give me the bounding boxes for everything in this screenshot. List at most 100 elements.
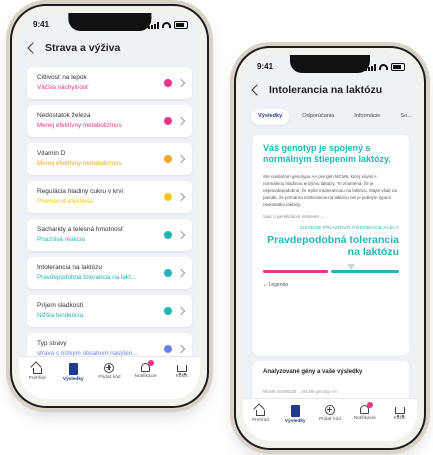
chevron-right-icon: [176, 154, 186, 164]
genes-title: Analyzované gény a vaše výsledky: [263, 369, 363, 375]
chevron-right-icon: [176, 192, 186, 202]
tab-label: Pridať kód: [98, 375, 121, 380]
right-header: Intolerancia na laktózu: [243, 79, 417, 101]
scale-segment-low: [263, 270, 329, 273]
list-item[interactable]: Sacharidy a telesná hmotnosť Priaznivá re…: [27, 219, 192, 251]
status-dot-icon: [164, 345, 172, 353]
chevron-right-icon: [176, 230, 186, 240]
signal-icon: [365, 63, 376, 71]
item-status: Väčšia náchylnosť: [37, 84, 89, 91]
battery-icon: [174, 21, 188, 29]
tab-home[interactable]: Prehľad: [20, 363, 54, 381]
result-description: Ste nositeľom genotypu AA pre gén MCM6, …: [263, 174, 397, 207]
list-item[interactable]: Príjem sladkostí Nižšia tendencia: [27, 295, 192, 327]
list-item[interactable]: Vitamín D Menej efektívny metabolizmus: [27, 143, 192, 175]
back-arrow-icon[interactable]: [251, 84, 263, 96]
scale-segment-high: [331, 270, 399, 273]
tab-label: Výsledky: [284, 419, 306, 424]
left-header: Strava a výživa: [19, 37, 200, 59]
subtab-more[interactable]: So...: [393, 109, 417, 125]
status-time: 9:41: [33, 20, 50, 29]
list-item[interactable]: Nedostatok železa Menej efektívny metabol…: [27, 105, 192, 137]
item-title: Intolerancia na laktózu: [37, 264, 103, 271]
subtab-results[interactable]: Výsledky: [251, 109, 290, 125]
result-label: Pravdepodobná tolerancia na laktózu: [267, 234, 399, 258]
tab-results[interactable]: Výsledky: [56, 363, 90, 382]
chevron-right-icon: [176, 344, 186, 354]
results-icon: [68, 363, 78, 375]
battery-icon: [391, 63, 405, 71]
legend-toggle[interactable]: Legenda: [263, 282, 399, 288]
genes-summary: MCM6 rs4988235 ... MCM6 genotyp AA: [263, 389, 338, 394]
item-status: Nižšia tendencia: [37, 312, 84, 319]
status-dot-icon: [164, 269, 172, 277]
genetic-context-link[interactable]: Viac o genetickom kontexte: [263, 214, 399, 220]
list-item[interactable]: Intolerancia na laktózu Pravdepodobná tol…: [27, 257, 192, 289]
cart-icon: [176, 365, 187, 375]
tab-label: Výsledky: [62, 377, 84, 382]
scale-marker: [347, 264, 356, 270]
tab-label: Notifikácie: [353, 416, 376, 421]
bottom-tab-bar: Prehľad Výsledky Pridať kód Notifikácie Koší…: [19, 356, 200, 399]
item-status: Menej efektívny metabolizmus: [37, 160, 122, 167]
result-panel: Váš genotyp je spojený s normálnym štiep…: [253, 135, 409, 355]
subtab-information[interactable]: Informácie: [347, 109, 387, 125]
tab-plus-circle[interactable]: Pridať kód: [92, 363, 126, 380]
tab-label: Pridať kód: [318, 417, 342, 422]
detail-subtabs: Výsledky Odporúčania Informácie So...: [251, 109, 417, 125]
status-time: 9:41: [257, 62, 274, 71]
result-headline: Váš genotyp je spojený s normálnym štiep…: [263, 143, 391, 164]
list-item[interactable]: Citlivosť na lepok Väčšia náchylnosť: [27, 67, 192, 99]
chevron-right-icon: [176, 116, 186, 126]
tab-label: Prehľad: [28, 376, 46, 381]
status-dot-icon: [164, 155, 172, 163]
subtab-recommendations[interactable]: Odporúčania: [295, 109, 341, 125]
page-title: Strava a výživa: [45, 42, 121, 54]
wifi-icon: [379, 64, 388, 70]
phone-left: 9:41 Strava a výživa Citlivosť na lepok V…: [12, 6, 207, 406]
screen-right: 9:41 Intolerancia na laktózu Výsledky Od…: [243, 55, 417, 441]
list-item[interactable]: Regulácia hladiny cukru v krvi Priemerná …: [27, 181, 192, 213]
home-icon: [32, 368, 42, 374]
item-status: Menej efektívny metabolizmus: [37, 122, 122, 129]
item-title: Regulácia hladiny cukru v krvi: [37, 188, 123, 195]
item-status: Priemerná efektivita: [37, 198, 93, 205]
item-title: Citlivosť na lepok: [37, 74, 87, 81]
plus-circle-icon: [324, 405, 335, 415]
tab-results[interactable]: Výsledky: [278, 405, 312, 424]
bell-icon: [141, 360, 155, 372]
effect-label: ZISTENÉ PRIAZNIVO PÔSOBIACE ALELY: [299, 226, 399, 231]
wifi-icon: [162, 22, 171, 28]
bottom-tab-bar: Prehľad Výsledky Pridať kód Notifikácie Koší…: [243, 398, 417, 441]
status-icons: [148, 21, 188, 29]
item-title: Sacharidy a telesná hmotnosť: [37, 226, 124, 233]
status-icons: [365, 63, 405, 71]
plus-circle-icon: [104, 363, 115, 373]
status-dot-icon: [164, 307, 172, 315]
tab-bell[interactable]: Notifikácie: [129, 360, 163, 379]
tab-label: Košík: [393, 416, 406, 421]
phone-right: 9:41 Intolerancia na laktózu Výsledky Od…: [236, 48, 424, 448]
item-title: Vitamín D: [37, 150, 66, 157]
tab-plus-circle[interactable]: Pridať kód: [313, 405, 347, 422]
bell-icon: [360, 402, 374, 414]
item-title: Typ stravy: [37, 340, 67, 347]
tab-label: Notifikácie: [134, 374, 157, 379]
back-arrow-icon[interactable]: [27, 42, 39, 54]
item-status: Pravdepodobná tolerancia na lakt...: [37, 274, 137, 281]
chevron-right-icon: [176, 268, 186, 278]
result-list: Citlivosť na lepok Väčšia náchylnosť Nedos…: [27, 67, 192, 371]
tab-cart[interactable]: Košík: [165, 363, 199, 379]
item-title: Príjem sladkostí: [37, 302, 84, 309]
tab-bell[interactable]: Notifikácie: [348, 402, 382, 421]
screen-left: 9:41 Strava a výživa Citlivosť na lepok V…: [19, 13, 200, 399]
tab-cart[interactable]: Košík: [383, 405, 417, 421]
status-dot-icon: [164, 231, 172, 239]
result-scale: [263, 264, 399, 276]
detail-title: Intolerancia na laktózu: [269, 84, 383, 96]
tab-label: Prehľad: [251, 418, 269, 423]
status-bar: 9:41: [257, 61, 405, 73]
results-icon: [290, 405, 300, 417]
signal-icon: [148, 21, 159, 29]
tab-home[interactable]: Prehľad: [243, 405, 277, 423]
